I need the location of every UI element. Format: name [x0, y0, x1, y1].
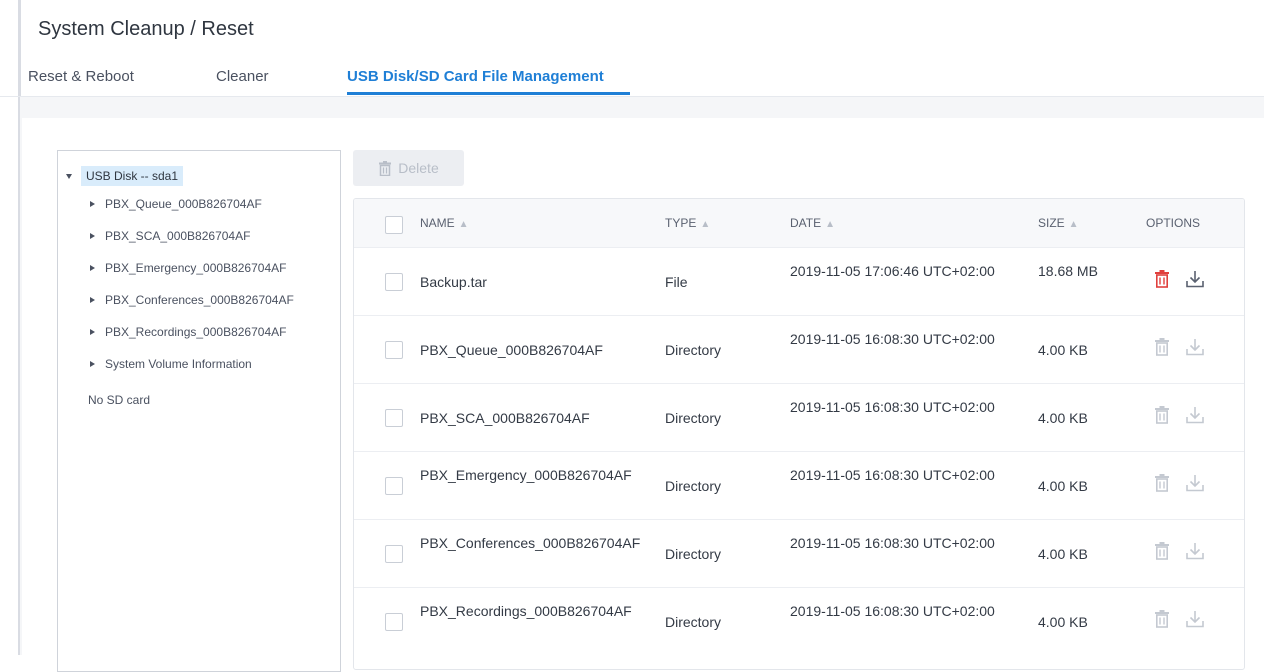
trash-icon[interactable]: [1154, 542, 1170, 565]
tree-item-label: PBX_Recordings_000B826704AF: [105, 325, 287, 339]
table-row[interactable]: PBX_Emergency_000B826704AF Directory 2019-…: [354, 451, 1244, 520]
download-icon[interactable]: [1186, 270, 1204, 293]
trash-icon[interactable]: [1154, 610, 1170, 633]
file-name: PBX_Queue_000B826704AF: [420, 342, 603, 358]
tree-item[interactable]: PBX_Recordings_000B826704AF: [90, 322, 286, 342]
row-checkbox[interactable]: [385, 409, 403, 427]
tree-item[interactable]: PBX_SCA_000B826704AF: [90, 226, 250, 246]
tab-bar: Reset & Reboot Cleaner USB Disk/SD Card …: [0, 56, 1264, 97]
download-icon[interactable]: [1186, 542, 1204, 565]
file-tree: USB Disk -- sda1 PBX_Queue_000B826704AF …: [57, 150, 341, 672]
file-type: Directory: [665, 614, 722, 630]
table-row[interactable]: PBX_Queue_000B826704AF Directory 2019-11-0…: [354, 315, 1244, 384]
sort-icon: ▲︎: [825, 219, 836, 230]
tree-root-label[interactable]: USB Disk -- sda1: [81, 166, 184, 186]
tree-root[interactable]: USB Disk -- sda1: [66, 165, 184, 187]
file-name: PBX_Conferences_000B826704AF: [420, 535, 641, 551]
tab-cleaner[interactable]: Cleaner: [216, 68, 269, 85]
file-date: 2019-11-05 17:06:46 UTC+02:00: [790, 263, 995, 279]
tree-item-label: PBX_Emergency_000B826704AF: [105, 261, 287, 275]
trash-icon[interactable]: [1154, 474, 1170, 497]
tree-item[interactable]: PBX_Queue_000B826704AF: [90, 194, 262, 214]
row-checkbox[interactable]: [385, 613, 403, 631]
column-header-type[interactable]: TYPE ▲︎: [665, 216, 710, 230]
file-name: PBX_Recordings_000B826704AF: [420, 603, 632, 619]
trash-icon: [379, 160, 392, 176]
caret-right-icon[interactable]: [90, 297, 95, 303]
file-size: 4.00 KB: [1038, 614, 1088, 630]
column-header-size[interactable]: SIZE ▲︎: [1038, 216, 1079, 230]
row-checkbox[interactable]: [385, 341, 403, 359]
table-row[interactable]: PBX_Conferences_000B826704AF Directory 201…: [354, 519, 1244, 588]
table-header: NAME ▲︎ TYPE ▲︎ DATE ▲︎ SIZE ▲︎ OPTIONS: [354, 199, 1244, 247]
page-title: System Cleanup / Reset: [38, 18, 254, 40]
file-name: Backup.tar: [420, 274, 487, 290]
column-header-name[interactable]: NAME ▲︎: [420, 216, 469, 230]
file-type: Directory: [665, 478, 722, 494]
table-row[interactable]: PBX_Recordings_000B826704AF Directory 2019…: [354, 587, 1244, 656]
tree-item-label: PBX_Queue_000B826704AF: [105, 197, 262, 211]
file-name: PBX_Emergency_000B826704AF: [420, 467, 632, 483]
table-row[interactable]: PBX_SCA_000B826704AF Directory 2019-11-05 …: [354, 383, 1244, 452]
tree-item[interactable]: System Volume Information: [90, 354, 252, 374]
caret-right-icon[interactable]: [90, 233, 95, 239]
file-type: Directory: [665, 546, 722, 562]
trash-icon[interactable]: [1154, 270, 1170, 293]
tree-item[interactable]: PBX_Emergency_000B826704AF: [90, 258, 286, 278]
table-row[interactable]: Backup.tar File 2019-11-05 17:06:46 UTC+02…: [354, 247, 1244, 316]
download-icon[interactable]: [1186, 406, 1204, 429]
file-date: 2019-11-05 16:08:30 UTC+02:00: [790, 399, 995, 415]
sort-icon: ▲︎: [1068, 219, 1079, 230]
sort-icon: ▲︎: [700, 219, 711, 230]
file-size: 18.68 MB: [1038, 263, 1098, 279]
select-all-checkbox[interactable]: [385, 216, 403, 234]
caret-right-icon[interactable]: [90, 361, 95, 367]
file-size: 4.00 KB: [1038, 478, 1088, 494]
file-date: 2019-11-05 16:08:30 UTC+02:00: [790, 331, 995, 347]
file-date: 2019-11-05 16:08:30 UTC+02:00: [790, 467, 995, 483]
file-type: File: [665, 274, 688, 290]
file-size: 4.00 KB: [1038, 546, 1088, 562]
tree-item-label: System Volume Information: [105, 357, 252, 371]
download-icon[interactable]: [1186, 610, 1204, 633]
download-icon[interactable]: [1186, 338, 1204, 361]
tree-item-label: PBX_SCA_000B826704AF: [105, 229, 251, 243]
caret-right-icon[interactable]: [90, 329, 95, 335]
column-header-options: OPTIONS: [1146, 216, 1201, 230]
no-sd-card-label: No SD card: [88, 393, 151, 407]
tree-item[interactable]: PBX_Conferences_000B826704AF: [90, 290, 294, 310]
file-date: 2019-11-05 16:08:30 UTC+02:00: [790, 535, 995, 551]
file-size: 4.00 KB: [1038, 410, 1088, 426]
file-type: Directory: [665, 342, 722, 358]
tree-item-label: PBX_Conferences_000B826704AF: [105, 293, 294, 307]
caret-right-icon[interactable]: [90, 265, 95, 271]
file-table: NAME ▲︎ TYPE ▲︎ DATE ▲︎ SIZE ▲︎ OPTIONS Back…: [353, 198, 1245, 670]
tab-reset-reboot[interactable]: Reset & Reboot: [28, 68, 134, 85]
column-header-date[interactable]: DATE ▲︎: [790, 216, 835, 230]
file-type: Directory: [665, 410, 722, 426]
file-date: 2019-11-05 16:08:30 UTC+02:00: [790, 603, 995, 619]
active-tab-indicator: [347, 92, 630, 95]
file-size: 4.00 KB: [1038, 342, 1088, 358]
row-checkbox[interactable]: [385, 477, 403, 495]
sort-icon: ▲︎: [458, 219, 469, 230]
delete-button-label: Delete: [398, 160, 439, 176]
row-checkbox[interactable]: [385, 273, 403, 291]
trash-icon[interactable]: [1154, 338, 1170, 361]
trash-icon[interactable]: [1154, 406, 1170, 429]
caret-right-icon[interactable]: [90, 201, 95, 207]
download-icon[interactable]: [1186, 474, 1204, 497]
delete-button[interactable]: Delete: [353, 150, 464, 186]
file-name: PBX_SCA_000B826704AF: [420, 410, 590, 426]
row-checkbox[interactable]: [385, 545, 403, 563]
caret-down-icon[interactable]: [66, 173, 72, 179]
tab-usb-sd-file-management[interactable]: USB Disk/SD Card File Management: [347, 68, 604, 85]
